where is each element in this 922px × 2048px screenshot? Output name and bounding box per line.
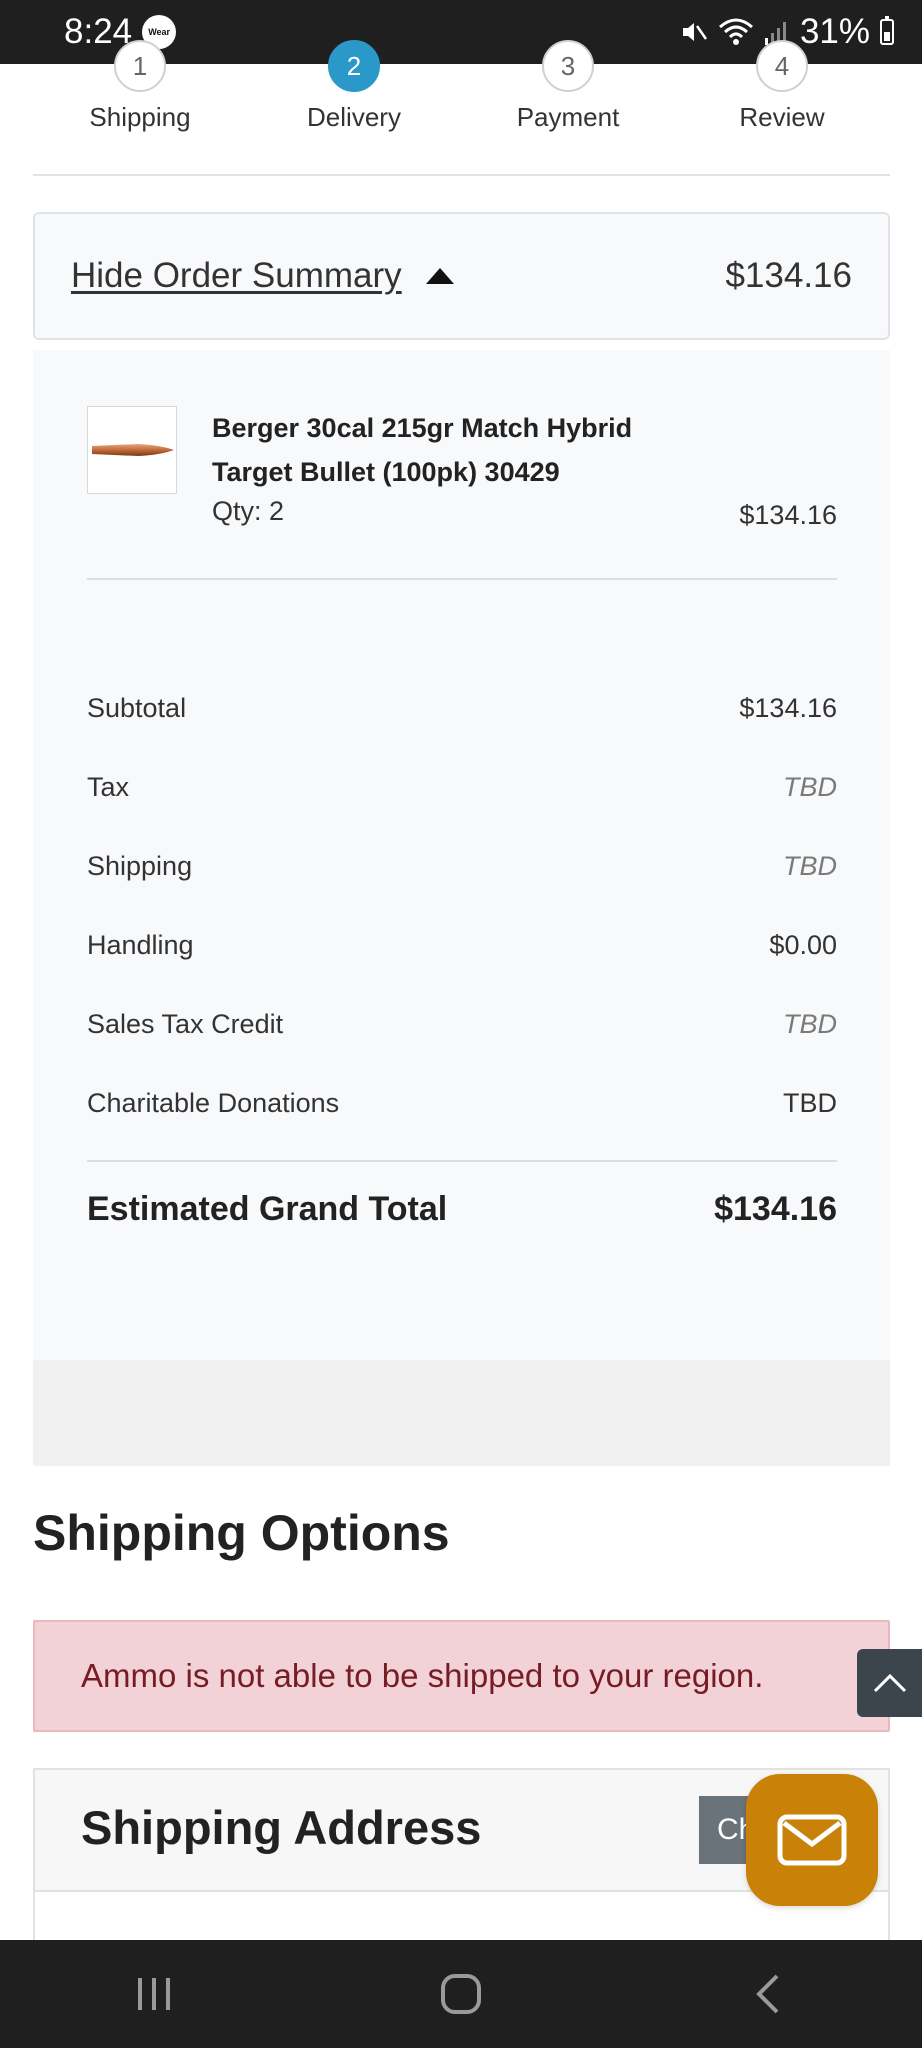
grand-total-row: Estimated Grand Total $134.16 — [87, 1184, 837, 1234]
line-label: Charitable Donations — [87, 1087, 340, 1118]
shipping-row: Shipping TBD — [87, 844, 837, 888]
line-value: TBD — [783, 1087, 837, 1118]
battery-icon — [880, 16, 894, 45]
divider — [33, 174, 890, 176]
product-qty: Qty: 2 — [212, 496, 285, 526]
line-value: TBD — [783, 771, 837, 802]
shipping-address-title: Shipping Address — [81, 1801, 482, 1854]
home-button[interactable] — [401, 1954, 521, 2034]
shipping-alert: Ammo is not able to be shipped to your r… — [33, 1620, 890, 1732]
scroll-to-top-button[interactable] — [857, 1649, 922, 1717]
summary-header-total: $134.16 — [725, 256, 852, 295]
product-name[interactable]: Berger 30cal 215gr Match Hybrid Target B… — [212, 406, 692, 494]
sales-tax-credit-row: Sales Tax Credit TBD — [87, 1002, 837, 1046]
recent-apps-button[interactable] — [94, 1954, 214, 2034]
step-number: 4 — [756, 40, 808, 92]
step-label: Shipping — [89, 102, 191, 132]
step-label: Review — [739, 102, 825, 132]
product-price: $134.16 — [739, 500, 837, 530]
step-number: 2 — [328, 40, 380, 92]
mute-icon — [678, 17, 708, 47]
hide-order-summary-link[interactable]: Hide Order Summary — [71, 256, 402, 296]
step-number: 3 — [542, 40, 594, 92]
subtotal-row: Subtotal $134.16 — [87, 686, 837, 730]
home-icon — [440, 1974, 481, 2014]
divider — [87, 1160, 837, 1162]
grand-total-value: $134.16 — [714, 1189, 837, 1228]
envelope-icon — [777, 1814, 847, 1866]
step-label: Payment — [516, 102, 620, 132]
hide-order-summary-toggle[interactable]: Hide Order Summary — [71, 256, 454, 296]
charitable-donations-row: Charitable Donations TBD — [87, 1081, 837, 1125]
battery-percent: 31% — [799, 12, 870, 51]
summary-footer-band — [33, 1360, 890, 1466]
line-value: TBD — [783, 1008, 837, 1039]
line-label: Sales Tax Credit — [87, 1008, 284, 1039]
order-summary-body: Berger 30cal 215gr Match Hybrid Target B… — [33, 350, 890, 1360]
line-label: Shipping — [87, 850, 193, 881]
divider — [87, 578, 837, 580]
system-nav-bar — [0, 1940, 922, 2048]
wifi-icon — [718, 17, 754, 47]
shipping-options-title: Shipping Options — [33, 1505, 450, 1561]
line-label: Tax — [87, 771, 130, 802]
back-icon — [756, 1974, 779, 2014]
checkout-stepper: 1 Shipping 2 Delivery 3 Payment 4 Review — [0, 40, 922, 176]
line-value: $134.16 — [739, 692, 837, 723]
product-thumbnail[interactable] — [87, 406, 177, 494]
grand-total-label: Estimated Grand Total — [87, 1189, 448, 1228]
line-label: Handling — [87, 929, 194, 960]
line-value: TBD — [783, 850, 837, 881]
back-button[interactable] — [708, 1954, 828, 2034]
line-label: Subtotal — [87, 692, 187, 723]
recent-apps-icon — [137, 1978, 170, 2010]
order-summary-header: Hide Order Summary $134.16 — [33, 212, 890, 340]
chat-button[interactable] — [746, 1774, 878, 1906]
step-label: Delivery — [307, 102, 401, 132]
line-value: $0.00 — [769, 929, 837, 960]
chevron-up-icon — [873, 1673, 906, 1693]
caret-up-icon[interactable] — [425, 268, 454, 284]
bullet-image-icon — [92, 444, 174, 456]
handling-row: Handling $0.00 — [87, 923, 837, 967]
step-number: 1 — [114, 40, 166, 92]
cart-item: Berger 30cal 215gr Match Hybrid Target B… — [87, 406, 837, 536]
tax-row: Tax TBD — [87, 765, 837, 809]
